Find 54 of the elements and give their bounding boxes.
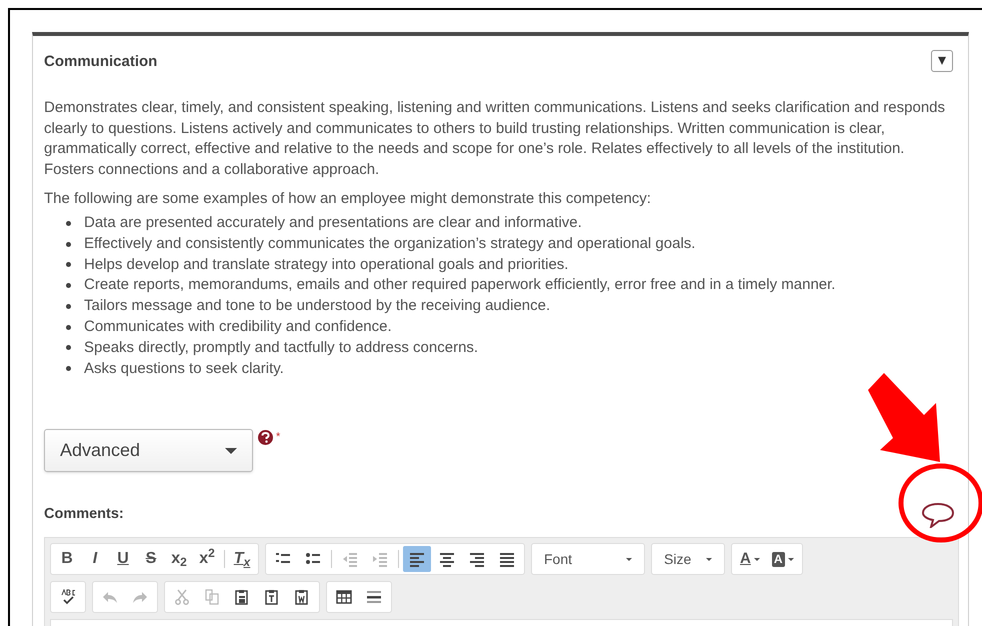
- circle-annotation-icon: [898, 462, 982, 544]
- copy-icon: [204, 589, 220, 606]
- align-center-icon: [439, 551, 455, 568]
- description-text: Demonstrates clear, timely, and consistent speaking, listening and written communications. Listens and seeks clarification and responds clearly to questions. Listens actively and communicates to others to build trusting relationships. Written communication is clear, grammatically correct, effective and relative to the needs and scope for one’s role. Relates effectively to all levels of the institution. Fosters connections and a collaborative approach.: [44, 98, 946, 180]
- comment-icon[interactable]: [921, 502, 955, 528]
- bullet-icon: [66, 304, 71, 309]
- bullet-icon: [66, 262, 71, 268]
- redo-icon: [132, 589, 148, 606]
- bullet-icon: [66, 242, 71, 246]
- bullet-icon: [66, 345, 71, 350]
- remove-format-button[interactable]: T$_{x}$: [229, 546, 255, 572]
- example-item: Asks questions to seek clarity.: [84, 358, 284, 379]
- size-dropdown[interactable]: Size: [651, 543, 725, 576]
- clipboard-document-icon: [294, 589, 310, 606]
- example-item: Communicates with credibility and confidence.: [84, 316, 392, 337]
- help-icon[interactable]: [258, 430, 273, 446]
- comments-label: Comments:: [44, 505, 124, 524]
- required-mark: *: [276, 430, 280, 446]
- caret-icon: [225, 448, 237, 454]
- font-dropdown[interactable]: Font: [531, 543, 645, 576]
- bullet-icon: [66, 220, 71, 226]
- bullet-icon: [66, 324, 71, 330]
- bullet-icon: [66, 366, 71, 372]
- collapse-button[interactable]: ▾: [931, 50, 953, 72]
- underline-button[interactable]: U: [110, 546, 136, 572]
- bold-button[interactable]: B: [54, 546, 80, 572]
- spellcheck-icon: [60, 589, 76, 606]
- background-color-button[interactable]: A: [766, 546, 799, 572]
- subscript-button[interactable]: x$_{2}$: [166, 546, 192, 572]
- example-item: Effectively and consistently communicates the organization’s strategy and operational goals.: [84, 234, 696, 254]
- example-item: Tailors message and tone to be understood by the receiving audience.: [84, 296, 550, 316]
- table-icon: [336, 589, 352, 606]
- text-color-button[interactable]: A: [735, 546, 765, 572]
- panel-title: Communication: [44, 52, 158, 72]
- scissors-icon: [174, 589, 190, 606]
- intro-text: The following are some examples of how an employee might demonstrate this competency:: [44, 188, 652, 209]
- example-item: Helps develop and translate strategy into operational goals and priorities.: [84, 254, 568, 275]
- justify-icon: [499, 551, 515, 568]
- example-item: Speaks directly, promptly and tactfully to address concerns.: [84, 338, 478, 358]
- bullet-icon: [66, 283, 71, 288]
- align-left-icon: [409, 551, 425, 568]
- italic-button[interactable]: I: [82, 546, 108, 572]
- clipboard-icon: [234, 589, 250, 606]
- clipboard-text-icon: [264, 589, 280, 606]
- outdent-icon: [342, 551, 358, 568]
- strikethrough-button[interactable]: S: [138, 546, 164, 572]
- align-right-icon: [469, 551, 485, 568]
- superscript-button[interactable]: x$^{2}$: [194, 546, 220, 572]
- example-item: Create reports, memorandums, emails and other required paperwork efficiently, error free and in a timely manner.: [84, 275, 836, 296]
- rating-select[interactable]: Advanced: [44, 429, 253, 472]
- indent-icon: [372, 551, 388, 568]
- example-item: Data are presented accurately and presentations are clear and informative.: [84, 212, 582, 233]
- horizontal-line-icon: [366, 589, 382, 606]
- align-left-button[interactable]: [403, 546, 431, 572]
